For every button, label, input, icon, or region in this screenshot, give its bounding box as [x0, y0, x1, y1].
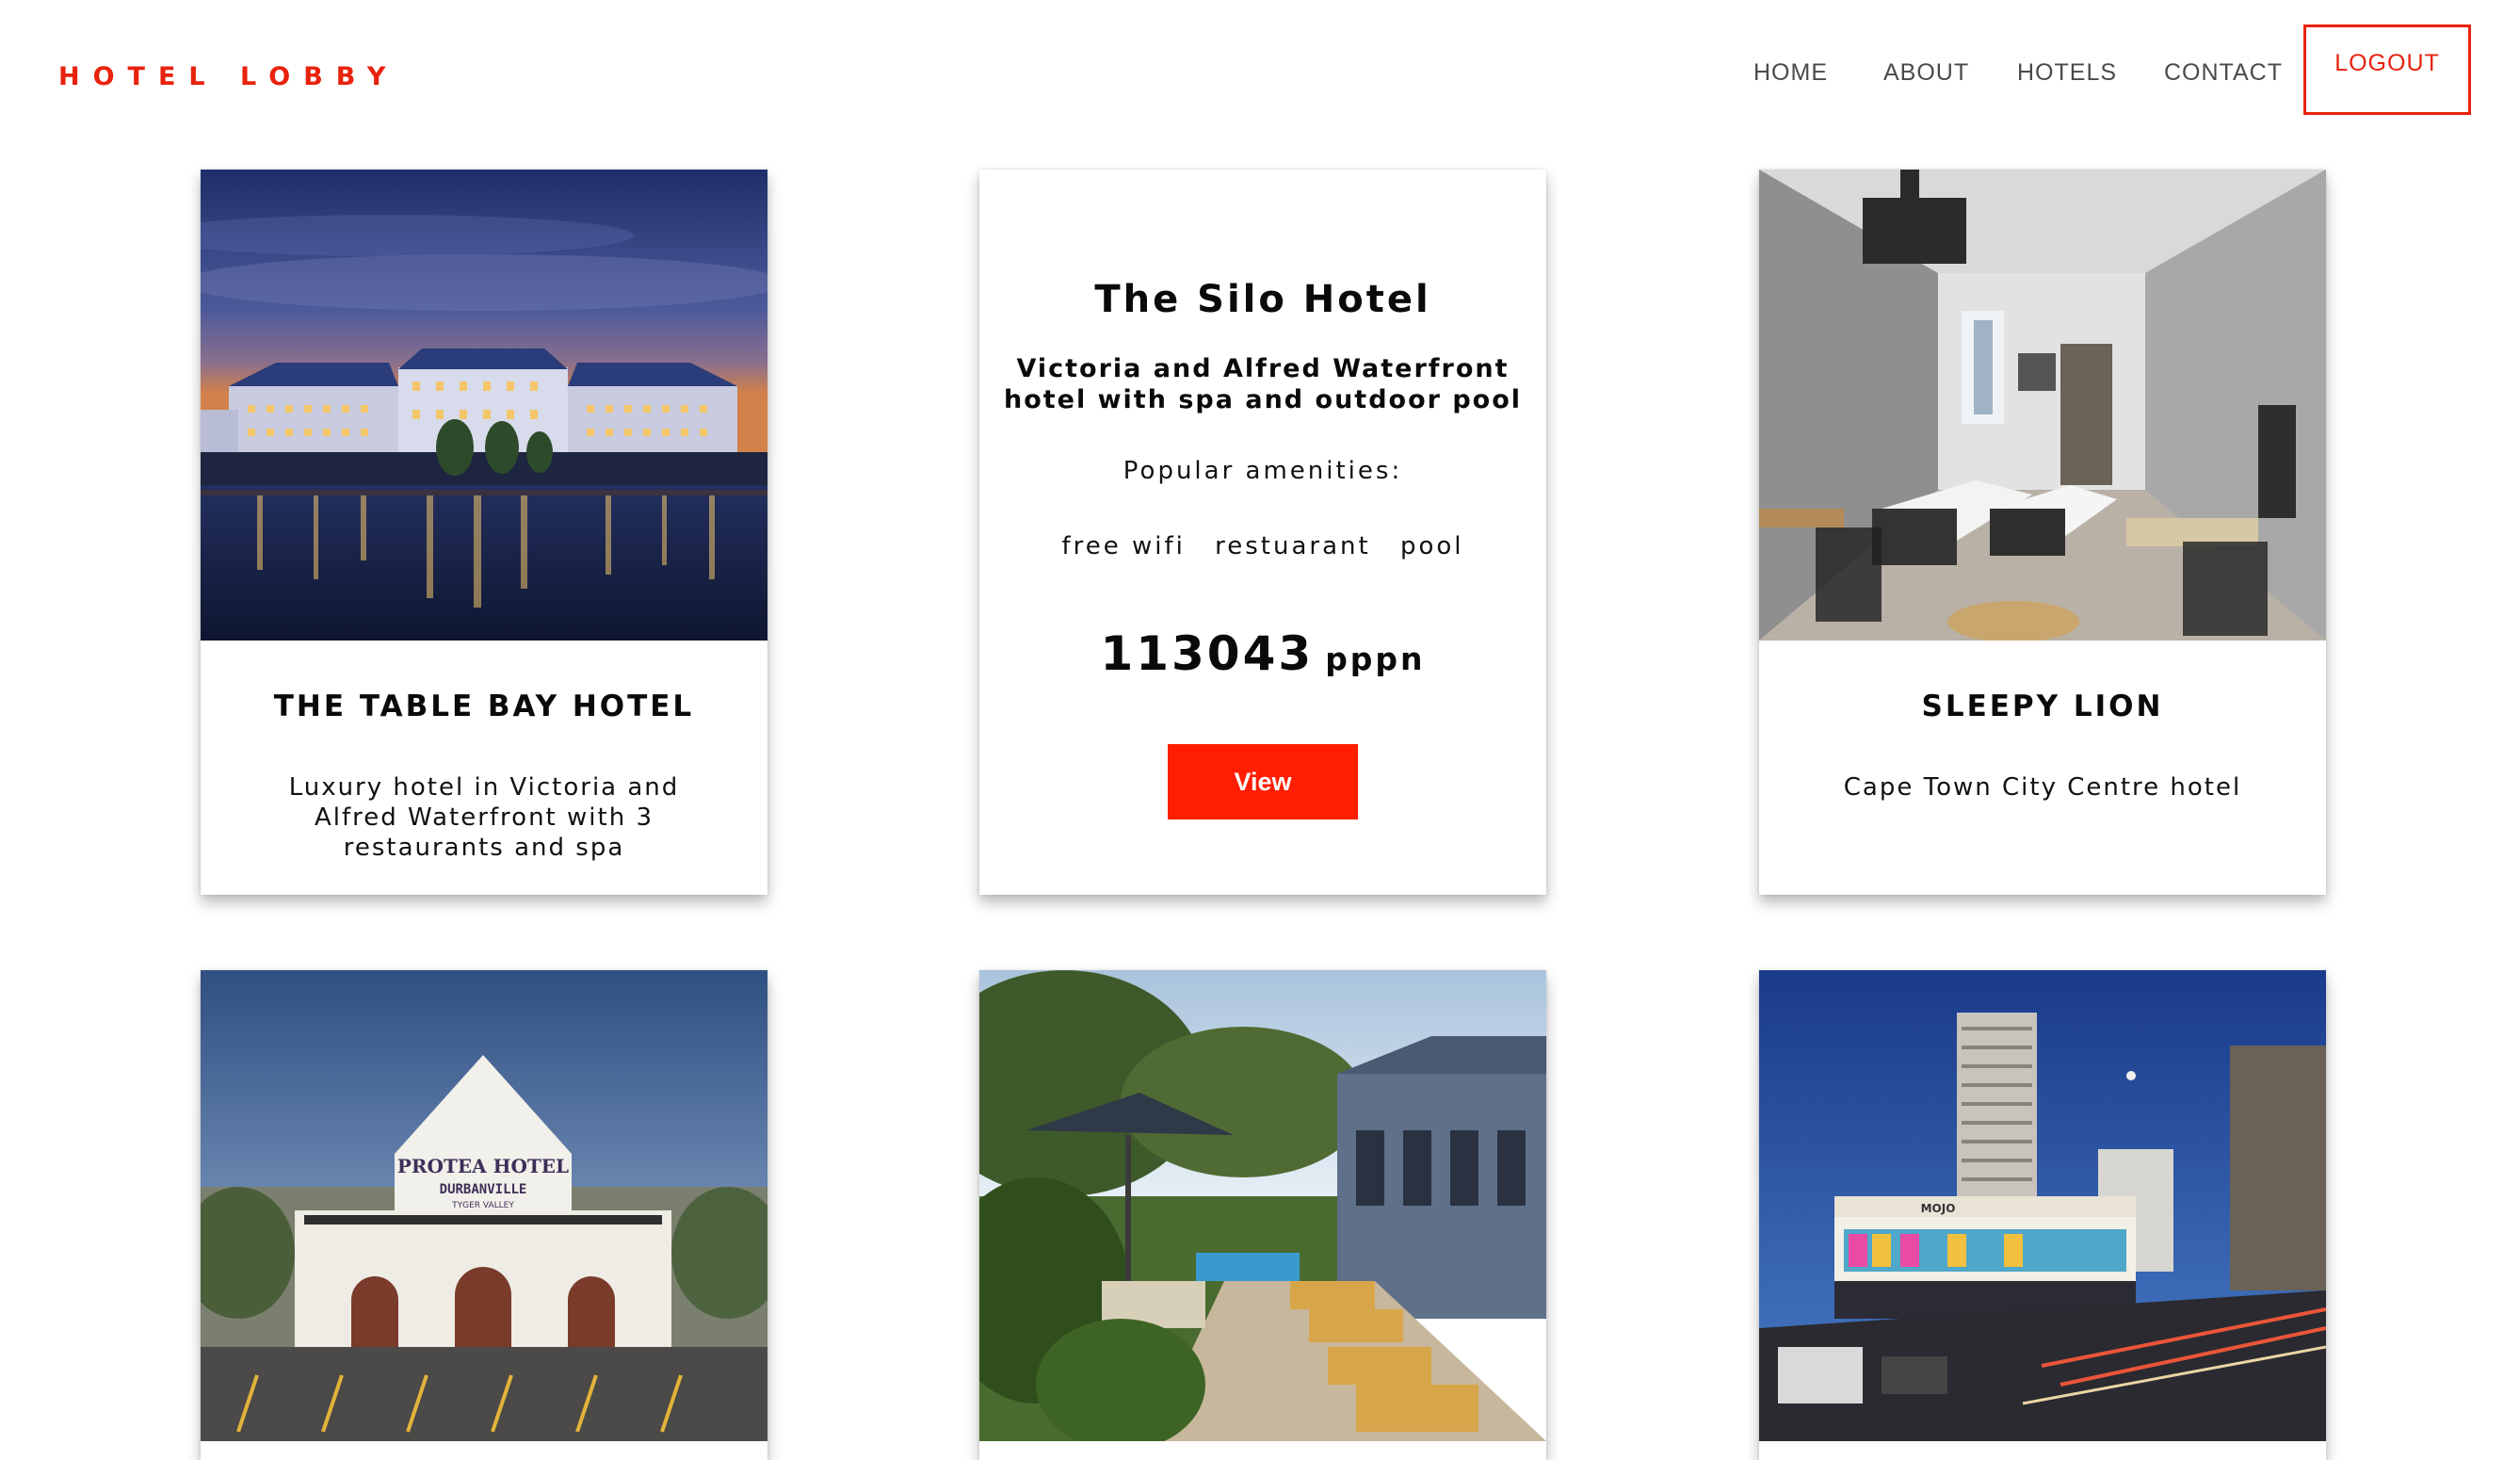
hotel-card-sleepy-lion[interactable]: SLEEPY LION Cape Town City Centre hotel: [1759, 170, 2326, 895]
hotel-card-silo[interactable]: The Silo Hotel Victoria and Alfred Water…: [979, 170, 1546, 895]
hotel-card-protea[interactable]: PROTEA HOTEL DURBANVILLE TYGER VALLEY: [201, 970, 767, 1460]
hotel-photo-table-bay: [201, 170, 767, 641]
nav-about[interactable]: ABOUT: [1883, 59, 1969, 87]
hotel-title: THE TABLE BAY HOTEL: [273, 689, 695, 723]
hotel-photo-garden: [979, 970, 1546, 1441]
hotel-card-garden[interactable]: [979, 970, 1546, 1460]
price-value: 113043: [1100, 626, 1315, 681]
price: 113043 pppn: [979, 626, 1546, 681]
hotel-title: SLEEPY LION: [1921, 689, 2164, 723]
hotel-photo-protea: PROTEA HOTEL DURBANVILLE TYGER VALLEY: [201, 970, 767, 1441]
hotel-description: Cape Town City Centre hotel: [1843, 773, 2242, 802]
svg-text:MOJO: MOJO: [1921, 1202, 1956, 1215]
svg-text:DURBANVILLE: DURBANVILLE: [440, 1182, 527, 1197]
amenity-item: restuarant: [1215, 532, 1371, 560]
hotel-subtitle: Victoria and Alfred Waterfront hotel wit…: [1003, 354, 1523, 414]
amenities-heading: Popular amenities:: [1123, 457, 1403, 485]
nav-contact[interactable]: CONTACT: [2164, 59, 2283, 87]
amenity-item: free wifi: [1061, 532, 1186, 560]
hotel-photo-sleepy-lion: [1759, 170, 2326, 641]
svg-text:PROTEA HOTEL: PROTEA HOTEL: [397, 1155, 569, 1177]
hotel-card-table-bay[interactable]: THE TABLE BAY HOTEL Luxury hotel in Vict…: [201, 170, 767, 895]
hotel-card-city[interactable]: MOJO: [1759, 970, 2326, 1460]
hotel-photo-city: MOJO: [1759, 970, 2326, 1441]
view-button[interactable]: View: [1168, 744, 1358, 819]
brand-logo[interactable]: HOTEL LOBBY: [58, 62, 398, 91]
nav-home[interactable]: HOME: [1753, 59, 1828, 87]
amenities-list: free wifi restuarant pool: [979, 532, 1546, 560]
nav-hotels[interactable]: HOTELS: [2017, 59, 2117, 87]
amenity-item: pool: [1399, 532, 1464, 560]
price-unit: pppn: [1325, 641, 1426, 677]
hotel-description: Luxury hotel in Victoria and Alfred Wate…: [288, 773, 680, 862]
svg-text:TYGER VALLEY: TYGER VALLEY: [451, 1201, 514, 1210]
header: HOTEL LOBBY HOME ABOUT HOTELS CONTACT LO…: [0, 0, 2520, 141]
hotel-title: The Silo Hotel: [1094, 278, 1431, 321]
logout-button[interactable]: LOGOUT: [2303, 24, 2471, 115]
